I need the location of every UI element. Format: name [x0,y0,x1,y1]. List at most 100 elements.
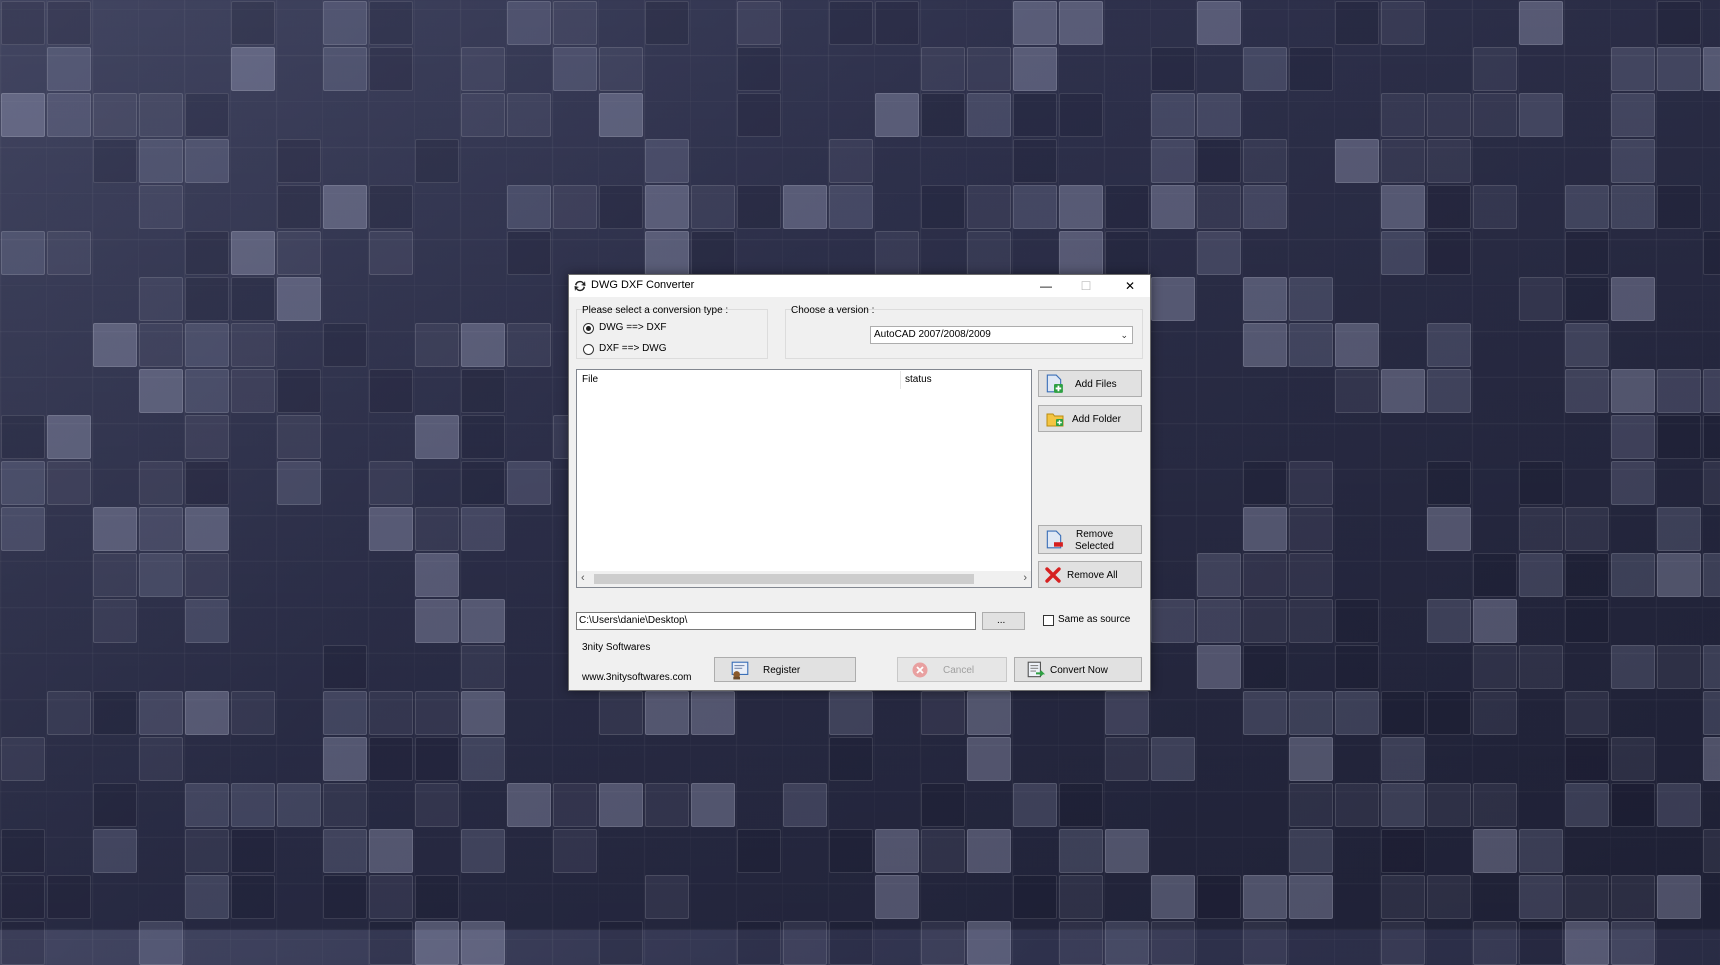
desktop-tile [461,737,505,781]
desktop-tile [507,461,551,505]
browse-button[interactable]: ... [982,612,1025,630]
desktop-tile [1611,875,1655,919]
desktop-tile [1059,1,1103,45]
desktop-tile [323,323,367,367]
desktop-tile [369,231,413,275]
desktop-tile [1703,645,1720,689]
remove-selected-button[interactable]: Remove Selected [1038,525,1142,554]
same-as-source-label[interactable]: Same as source [1058,614,1130,625]
desktop-tile [553,185,597,229]
scroll-left-icon[interactable]: ‹ [581,572,585,584]
desktop-tile [139,139,183,183]
column-separator[interactable] [900,371,901,389]
desktop-tile [369,737,413,781]
desktop-tile [415,875,459,919]
desktop-tile [1519,277,1563,321]
desktop-tile [507,1,551,45]
add-files-button[interactable]: Add Files [1038,370,1142,397]
minimize-button[interactable]: — [1026,275,1066,297]
desktop-tile [599,93,643,137]
desktop-tile [277,231,321,275]
desktop-tile [415,507,459,551]
desktop-tile [1565,231,1609,275]
desktop-tile [1657,875,1701,919]
desktop-tile [1013,783,1057,827]
output-path-input[interactable]: C:\Users\danie\Desktop\ [576,612,976,630]
file-list[interactable]: File status ‹ › [576,369,1032,588]
remove-all-label: Remove All [1067,570,1118,581]
desktop-tile [323,737,367,781]
desktop-tile [1243,691,1287,735]
title-bar[interactable]: DWG DXF Converter — ☐ ✕ [569,275,1150,297]
radio-dxf-to-dwg[interactable] [583,344,594,355]
add-folder-button[interactable]: Add Folder [1038,405,1142,432]
close-button[interactable]: ✕ [1110,275,1150,297]
desktop-tile [1,231,45,275]
remove-all-button[interactable]: Remove All [1038,561,1142,588]
desktop-tile [47,47,91,91]
desktop-tile [231,875,275,919]
same-as-source-checkbox[interactable] [1043,615,1054,626]
file-list-header: File status [577,370,1031,390]
radio-dwg-to-dxf-label[interactable]: DWG ==> DXF [599,322,667,333]
desktop-tile [645,875,689,919]
cancel-label: Cancel [943,665,975,676]
desktop-tile [1657,507,1701,551]
desktop-tile [461,921,505,965]
desktop-tile [185,415,229,459]
company-website[interactable]: www.3nitysoftwares.com [582,672,691,683]
radio-dxf-to-dwg-label[interactable]: DXF ==> DWG [599,343,667,354]
desktop-tile [691,783,735,827]
desktop-tile [921,921,965,965]
radio-dwg-to-dxf[interactable] [583,323,594,334]
desktop-tile [1519,921,1563,965]
desktop-tile [1427,139,1471,183]
horizontal-scrollbar[interactable]: ‹ › [577,571,1031,587]
desktop-tile [967,737,1011,781]
desktop-tile [415,921,459,965]
desktop-tile [1335,1,1379,45]
maximize-button[interactable]: ☐ [1066,275,1106,297]
desktop-tile [93,829,137,873]
desktop-tile [1197,185,1241,229]
desktop-tile [1427,461,1471,505]
desktop-tile [1059,921,1103,965]
desktop-tile [369,369,413,413]
convert-now-button[interactable]: Convert Now [1014,657,1142,682]
desktop-tile [1473,553,1517,597]
browse-label: ... [997,615,1006,626]
desktop-tile [1381,783,1425,827]
desktop-tile [1565,277,1609,321]
desktop-tile [1565,507,1609,551]
desktop-tile [1243,461,1287,505]
desktop-tile [323,783,367,827]
desktop-tile [1427,875,1471,919]
desktop-tile [1105,737,1149,781]
column-file[interactable]: File [582,374,598,385]
desktop-tile [1151,185,1195,229]
desktop-tile [1611,645,1655,689]
desktop-tile [645,783,689,827]
scrollbar-thumb[interactable] [594,574,974,584]
cancel-button[interactable]: Cancel [897,657,1007,682]
desktop-tile [1703,553,1720,597]
desktop-tile [415,599,459,643]
scroll-right-icon[interactable]: › [1023,572,1027,584]
version-select[interactable]: AutoCAD 2007/2008/2009 ⌄ [870,326,1133,344]
desktop-tile [185,829,229,873]
desktop-tile [369,185,413,229]
desktop-tile [231,323,275,367]
desktop-tile [553,47,597,91]
desktop-tile [1427,93,1471,137]
desktop-tile [783,783,827,827]
cancel-circle-icon [912,662,928,678]
desktop-tile [231,783,275,827]
desktop-tile [1611,737,1655,781]
column-status[interactable]: status [905,374,932,385]
desktop-tile [1381,139,1425,183]
register-button[interactable]: Register [714,657,856,682]
desktop-tile [47,93,91,137]
desktop-tile [139,185,183,229]
desktop-tile [1289,783,1333,827]
desktop-tile [967,921,1011,965]
